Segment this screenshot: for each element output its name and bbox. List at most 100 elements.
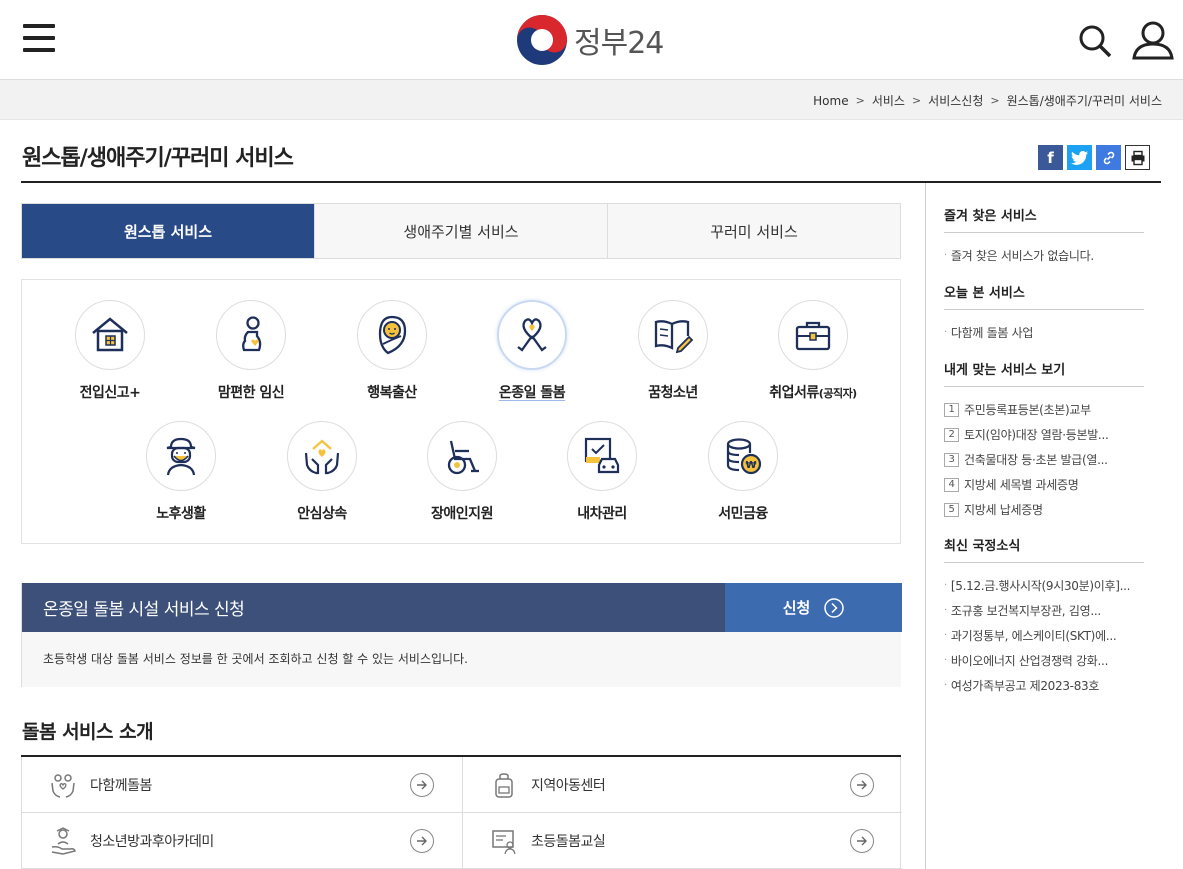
sidebar-item-text: 주민등록표등본(초본)교부: [964, 403, 1091, 417]
intro-item-label: 다함께돌봄: [90, 777, 152, 794]
book-pen-icon: [654, 320, 694, 354]
print-icon[interactable]: [1125, 145, 1150, 170]
sidebar-news-item[interactable]: · 여성가족부공고 제2023-83호: [944, 673, 1144, 698]
rank-badge: 2: [944, 427, 959, 442]
pregnant-icon: [242, 316, 262, 352]
intro-item-label: 초등돌봄교실: [531, 833, 606, 850]
student-hand-icon: [51, 826, 76, 855]
sidebar-recommended-item[interactable]: 2 토지(임야)대장 열람·등본발...: [944, 422, 1144, 447]
service-disability[interactable]: 장애인지원: [392, 421, 532, 531]
service-finance[interactable]: ₩ 서민금융: [673, 421, 813, 531]
tab-lifecycle[interactable]: 생애주기별 서비스: [314, 204, 607, 258]
sidebar-today-item[interactable]: · 다함께 돌봄 사업: [944, 320, 1144, 345]
service-label: 서민금융: [718, 506, 768, 522]
service-label: 행복출산: [367, 385, 417, 401]
bullet-icon: ·: [944, 680, 947, 691]
sidebar-item-text: 과기정통부, 에스케이티(SKT)에...: [950, 629, 1117, 643]
service-tabs: 원스톱 서비스 생애주기별 서비스 꾸러미 서비스: [21, 203, 901, 259]
apply-button[interactable]: 신청: [725, 583, 902, 632]
sidebar-news-item[interactable]: · 조규홍 보건복지부장관, 김영...: [944, 598, 1144, 623]
sidebar-recommended-item[interactable]: 4 지방세 세목별 과세증명: [944, 472, 1144, 497]
arrow-right-icon: [850, 773, 874, 797]
sidebar-news-item[interactable]: · 바이오에너지 산업경쟁력 강화...: [944, 648, 1144, 673]
twitter-share-icon[interactable]: [1067, 145, 1092, 170]
sidebar-heading: 오늘 본 서비스: [944, 282, 1144, 310]
sidebar-recommended-item[interactable]: 5 지방세 납세증명: [944, 497, 1144, 522]
bullet-icon: ·: [944, 250, 947, 261]
care-hands-icon: [51, 773, 75, 798]
rank-badge: 3: [944, 452, 959, 467]
facebook-share-icon[interactable]: f: [1038, 145, 1063, 170]
arrow-right-icon: [850, 829, 874, 853]
sidebar-heading: 최신 국정소식: [944, 535, 1144, 563]
coins-icon: ₩: [726, 438, 762, 475]
sidebar-heading: 내게 맞는 서비스 보기: [944, 359, 1144, 387]
service-label-main: 취업서류: [769, 385, 819, 401]
tab-package[interactable]: 꾸러미 서비스: [607, 204, 900, 258]
intro-item-label: 지역아동센터: [531, 777, 606, 794]
rank-badge: 1: [944, 402, 959, 417]
logo-text: 정부24: [574, 26, 664, 61]
service-all-day-care[interactable]: 온종일 돌봄: [462, 300, 602, 410]
service-label: 안심상속: [297, 506, 347, 522]
sidebar-recommended-item[interactable]: 1 주민등록표등본(초본)교부: [944, 397, 1144, 422]
user-login-icon[interactable]: [1131, 20, 1175, 60]
bullet-icon: ·: [944, 605, 947, 616]
service-birth[interactable]: 행복출산: [322, 300, 462, 410]
sidebar-item-text: [5.12.금.행사시작(9시30분)이후]...: [950, 579, 1131, 593]
service-label: 장애인지원: [431, 506, 493, 522]
chevron-right-icon: >: [911, 94, 922, 107]
service-youth[interactable]: 꿈청소년: [603, 300, 743, 410]
hamburger-menu-icon[interactable]: [23, 24, 55, 54]
sidebar-item-text: 조규홍 보건복지부장관, 김영...: [950, 604, 1101, 618]
sidebar-news-item[interactable]: · [5.12.금.행사시작(9시30분)이후]...: [944, 573, 1144, 598]
sidebar-recommended-item[interactable]: 3 건축물대장 등·초본 발급(열...: [944, 447, 1144, 472]
intro-item-community-center[interactable]: 지역아동센터: [462, 757, 902, 813]
service-move-in[interactable]: 전입신고+: [40, 300, 180, 410]
service-retirement[interactable]: 노후생활: [111, 421, 251, 531]
sidebar-news: 최신 국정소식 · [5.12.금.행사시작(9시30분)이후]... · 조규홍 …: [944, 535, 1144, 698]
service-label: 꿈청소년: [648, 385, 698, 401]
service-employment-docs[interactable]: 취업서류(공직자): [743, 300, 883, 410]
service-label: 노후생활: [156, 506, 206, 522]
sidebar-favorites-empty: · 즐겨 찾은 서비스가 없습니다.: [944, 243, 1144, 268]
service-label: 전입신고+: [79, 385, 141, 401]
title-divider: [21, 181, 1161, 183]
link-copy-icon[interactable]: [1096, 145, 1121, 170]
sidebar-item-text: 지방세 세목별 과세증명: [964, 478, 1079, 492]
sidebar-recommended: 내게 맞는 서비스 보기 1 주민등록표등본(초본)교부 2 토지(임야)대장 열람…: [944, 359, 1144, 522]
taegeuk-logo-icon: [517, 15, 567, 65]
search-icon[interactable]: [1078, 24, 1112, 58]
service-grid: 전입신고+ 맘편한 임신 행복출산 온종일 돌봄 꿈청소년 취업서류(공직자) …: [21, 279, 901, 544]
breadcrumb-current[interactable]: 원스톱/생애주기/꾸러미 서비스: [1007, 92, 1162, 109]
breadcrumb-home[interactable]: Home: [813, 94, 848, 108]
breadcrumb: Home > 서비스 > 서비스신청 > 원스톱/생애주기/꾸러미 서비스: [813, 92, 1162, 109]
ribbon-heart-icon: [517, 318, 547, 352]
sidebar-item-text: 바이오에너지 산업경쟁력 강화...: [950, 654, 1109, 668]
apply-description: 초등학생 대상 돌봄 서비스 정보를 한 곳에서 조회하고 신청 할 수 있는 …: [22, 632, 901, 687]
arrow-right-icon: [410, 829, 434, 853]
breadcrumb-services[interactable]: 서비스: [872, 92, 905, 109]
chevron-right-icon: >: [855, 94, 865, 107]
service-vehicle[interactable]: 내차관리: [532, 421, 672, 531]
sidebar-heading: 즐겨 찾은 서비스: [944, 205, 1144, 233]
sidebar-item-text: 즐겨 찾은 서비스가 없습니다.: [950, 249, 1094, 263]
intro-item-together-care[interactable]: 다함께돌봄: [22, 757, 462, 813]
site-header: 정부24: [0, 0, 1183, 80]
service-label: 맘편한 임신: [217, 385, 285, 401]
tab-onestop[interactable]: 원스톱 서비스: [22, 204, 314, 258]
intro-item-elementary-classroom[interactable]: 초등돌봄교실: [462, 813, 902, 869]
chevron-right-icon: >: [990, 94, 1000, 107]
share-buttons: f: [1038, 145, 1150, 170]
site-logo[interactable]: 정부24: [516, 14, 664, 66]
chevron-circle-right-icon: [824, 597, 845, 618]
service-inheritance[interactable]: 안심상속: [252, 421, 392, 531]
breadcrumb-service-apply[interactable]: 서비스신청: [928, 92, 983, 109]
hands-house-icon: [304, 439, 340, 475]
apply-button-label: 신청: [782, 599, 811, 617]
rank-badge: 4: [944, 477, 959, 492]
service-pregnancy[interactable]: 맘편한 임신: [181, 300, 321, 410]
sidebar-news-item[interactable]: · 과기정통부, 에스케이티(SKT)에...: [944, 623, 1144, 648]
sidebar-item-text: 다함께 돌봄 사업: [950, 326, 1034, 340]
intro-item-youth-academy[interactable]: 청소년방과후아카데미: [22, 813, 462, 869]
